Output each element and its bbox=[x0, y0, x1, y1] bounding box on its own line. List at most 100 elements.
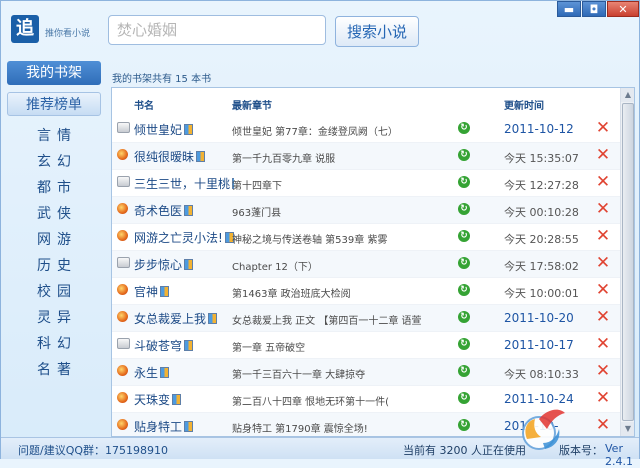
latest-chapter[interactable]: 第十四章下 bbox=[232, 177, 446, 191]
book-row[interactable]: 奇术色医 963蓬门县 ↻ 今天 00:10:28 ✕ bbox=[112, 197, 620, 224]
book-badge-icon bbox=[160, 367, 170, 378]
genre-item[interactable]: 科幻 bbox=[1, 331, 107, 357]
latest-chapter[interactable]: 第一千九百零九章 说服 bbox=[232, 150, 446, 164]
scroll-down-arrow-icon[interactable]: ▼ bbox=[621, 422, 634, 436]
refresh-icon[interactable]: ↻ bbox=[458, 257, 470, 269]
book-row[interactable]: 斗破苍穹 第一章 五帝破空 ↻ 2011-10-17 ✕ bbox=[112, 332, 620, 359]
book-title[interactable]: 步步惊心 bbox=[134, 256, 234, 272]
app-window: 追 推你看小说 搜索小说 ▬ ◘ ✕ 我的书架 推荐榜单 言情玄幻都市武侠网游历… bbox=[0, 0, 640, 468]
refresh-icon[interactable]: ↻ bbox=[458, 176, 470, 188]
book-rows: 倾世皇妃 倾世皇妃 第77章：金缕登凤阙（七） ↻ 2011-10-12 ✕ 很纯很暧昧第… bbox=[112, 116, 620, 436]
latest-chapter[interactable]: 第一千三百六十一章 大肆掠夺 bbox=[232, 366, 446, 380]
refresh-icon[interactable]: ↻ bbox=[458, 338, 470, 350]
delete-icon[interactable]: ✕ bbox=[594, 281, 612, 299]
book-title[interactable]: 官神 bbox=[134, 283, 234, 299]
book-row[interactable]: 永生 第一千三百六十一章 大肆掠夺 ↻ 今天 08:10:33 ✕ bbox=[112, 359, 620, 386]
delete-icon[interactable]: ✕ bbox=[594, 362, 612, 380]
column-latest-chapter: 最新章节 bbox=[232, 101, 272, 112]
version-number: Ver 2.4.1 bbox=[605, 442, 633, 468]
book-title-text: 贴身特工 bbox=[134, 420, 183, 434]
update-time: 今天 08:10:33 bbox=[504, 368, 579, 381]
delete-icon[interactable]: ✕ bbox=[594, 308, 612, 326]
book-title[interactable]: 奇术色医 bbox=[134, 202, 234, 218]
refresh-icon[interactable]: ↻ bbox=[458, 419, 470, 431]
book-title[interactable]: 倾世皇妃 bbox=[134, 121, 234, 137]
book-title[interactable]: 女总裁爱上我 bbox=[134, 310, 234, 326]
column-name: 书名 bbox=[134, 101, 154, 112]
book-title[interactable]: 网游之亡灵小法! bbox=[134, 229, 234, 245]
book-hot-icon bbox=[117, 230, 128, 241]
latest-chapter[interactable]: 963蓬门县 bbox=[232, 204, 446, 218]
genre-item[interactable]: 历史 bbox=[1, 253, 107, 279]
book-row[interactable]: 官神 第1463章 政治班底大检阅 ↻ 今天 10:00:01 ✕ bbox=[112, 278, 620, 305]
latest-chapter[interactable]: 第二百八十四章 恨地无环第十一件( bbox=[232, 393, 446, 407]
delete-icon[interactable]: ✕ bbox=[594, 254, 612, 272]
genre-item[interactable]: 灵异 bbox=[1, 305, 107, 331]
book-row[interactable]: 步步惊心 Chapter 12（下） ↻ 今天 17:58:02 ✕ bbox=[112, 251, 620, 278]
search-novel-button[interactable]: 搜索小说 bbox=[335, 16, 419, 47]
genre-item[interactable]: 名著 bbox=[1, 357, 107, 383]
book-title[interactable]: 三生三世，十里桃 bbox=[134, 175, 234, 191]
minimize-button[interactable]: ▬ bbox=[557, 1, 581, 17]
book-title-text: 官神 bbox=[134, 285, 159, 299]
book-title[interactable]: 贴身特工 bbox=[134, 418, 234, 434]
genre-item[interactable]: 都市 bbox=[1, 175, 107, 201]
refresh-icon[interactable]: ↻ bbox=[458, 284, 470, 296]
delete-icon[interactable]: ✕ bbox=[594, 416, 612, 434]
update-time: 今天 12:27:28 bbox=[504, 179, 579, 192]
close-window-button[interactable]: ✕ bbox=[607, 1, 639, 17]
refresh-icon[interactable]: ↻ bbox=[458, 230, 470, 242]
delete-icon[interactable]: ✕ bbox=[594, 119, 612, 137]
book-badge-icon bbox=[172, 394, 182, 405]
book-badge-icon bbox=[184, 205, 194, 216]
book-doc-icon bbox=[117, 338, 130, 349]
genre-item[interactable]: 玄幻 bbox=[1, 149, 107, 175]
latest-chapter[interactable]: 贴身特工 第1790章 震惊全场! bbox=[232, 420, 446, 434]
book-title-text: 女总裁爱上我 bbox=[134, 312, 207, 326]
book-hot-icon bbox=[117, 419, 128, 430]
latest-chapter[interactable]: Chapter 12（下） bbox=[232, 258, 446, 272]
latest-chapter[interactable]: 第一章 五帝破空 bbox=[232, 339, 446, 353]
genre-item[interactable]: 网游 bbox=[1, 227, 107, 253]
scrollbar[interactable]: ▲ ▼ bbox=[620, 88, 634, 436]
watermark-logo-icon bbox=[522, 409, 565, 450]
delete-icon[interactable]: ✕ bbox=[594, 146, 612, 164]
book-doc-icon bbox=[117, 176, 130, 187]
refresh-icon[interactable]: ↻ bbox=[458, 311, 470, 323]
maximize-button[interactable]: ◘ bbox=[582, 1, 606, 17]
feedback-qq-group: 问题/建议QQ群：175198910 bbox=[18, 444, 169, 457]
scroll-up-arrow-icon[interactable]: ▲ bbox=[621, 88, 634, 102]
book-title-text: 永生 bbox=[134, 366, 159, 380]
refresh-icon[interactable]: ↻ bbox=[458, 203, 470, 215]
book-title[interactable]: 很纯很暧昧 bbox=[134, 148, 234, 164]
latest-chapter[interactable]: 倾世皇妃 第77章：金缕登凤阙（七） bbox=[232, 123, 446, 137]
latest-chapter[interactable]: 神秘之境与传送卷轴 第539章 紫雾 bbox=[232, 231, 446, 245]
app-slogan: 推你看小说 bbox=[45, 29, 91, 39]
delete-icon[interactable]: ✕ bbox=[594, 227, 612, 245]
book-title[interactable]: 斗破苍穹 bbox=[134, 337, 234, 353]
book-row[interactable]: 三生三世，十里桃 第十四章下 ↻ 今天 12:27:28 ✕ bbox=[112, 170, 620, 197]
search-input[interactable] bbox=[108, 15, 326, 45]
genre-item[interactable]: 校园 bbox=[1, 279, 107, 305]
refresh-icon[interactable]: ↻ bbox=[458, 122, 470, 134]
delete-icon[interactable]: ✕ bbox=[594, 200, 612, 218]
delete-icon[interactable]: ✕ bbox=[594, 389, 612, 407]
book-row[interactable]: 网游之亡灵小法! 神秘之境与传送卷轴 第539章 紫雾 ↻ 今天 20:28:55 ✕ bbox=[112, 224, 620, 251]
tab-my-bookshelf[interactable]: 我的书架 bbox=[7, 61, 101, 85]
book-title[interactable]: 永生 bbox=[134, 364, 234, 380]
tab-recommend-ranking[interactable]: 推荐榜单 bbox=[7, 92, 101, 116]
book-title[interactable]: 天珠变 bbox=[134, 391, 234, 407]
refresh-icon[interactable]: ↻ bbox=[458, 392, 470, 404]
refresh-icon[interactable]: ↻ bbox=[458, 365, 470, 377]
genre-item[interactable]: 言情 bbox=[1, 123, 107, 149]
refresh-icon[interactable]: ↻ bbox=[458, 149, 470, 161]
book-row[interactable]: 女总裁爱上我 女总裁爱上我 正文 【第四百一十二章 语萱 ↻ 2011-10-20 ✕ bbox=[112, 305, 620, 332]
latest-chapter[interactable]: 第1463章 政治班底大检阅 bbox=[232, 285, 446, 299]
scroll-thumb[interactable] bbox=[622, 103, 634, 421]
delete-icon[interactable]: ✕ bbox=[594, 173, 612, 191]
delete-icon[interactable]: ✕ bbox=[594, 335, 612, 353]
latest-chapter[interactable]: 女总裁爱上我 正文 【第四百一十二章 语萱 bbox=[232, 312, 446, 326]
book-row[interactable]: 倾世皇妃 倾世皇妃 第77章：金缕登凤阙（七） ↻ 2011-10-12 ✕ bbox=[112, 116, 620, 143]
book-row[interactable]: 很纯很暧昧 第一千九百零九章 说服 ↻ 今天 15:35:07 ✕ bbox=[112, 143, 620, 170]
genre-item[interactable]: 武侠 bbox=[1, 201, 107, 227]
